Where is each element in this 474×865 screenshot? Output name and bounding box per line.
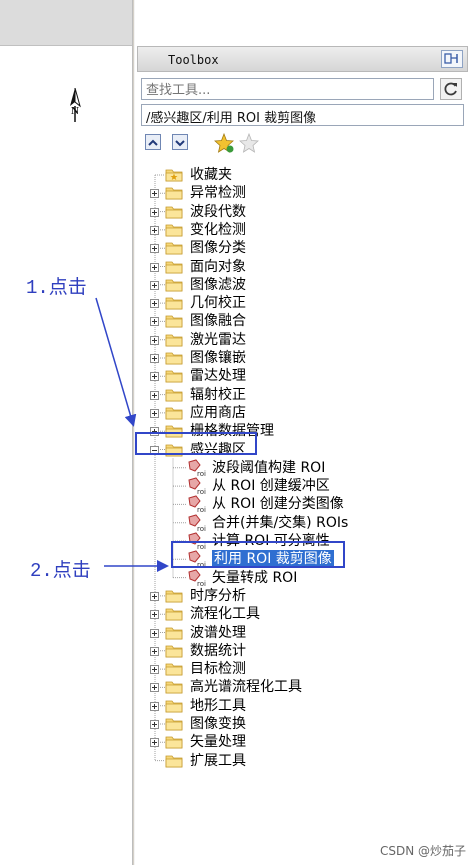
step1-arrow [95,297,137,427]
watermark: CSDN @炒茄子 [380,844,467,858]
screenshot: N Toolbox /感兴趣区/利用 ROI 裁剪图像 [0,0,474,865]
annotation-arrows [95,297,169,572]
